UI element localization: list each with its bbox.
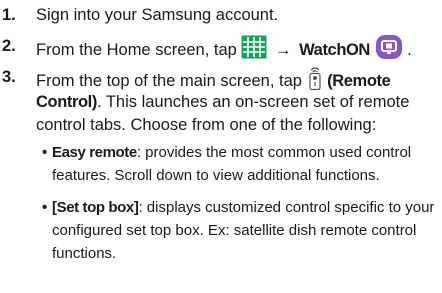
step-text-before: From the Home screen, tap [36, 40, 237, 59]
step-number: 1. [2, 6, 16, 24]
bullet-text: features. Scroll down to view additional… [52, 167, 380, 184]
remote-control-label-cont: Control) [36, 93, 97, 111]
bullet-text: : provides the most common used control [136, 144, 412, 161]
apps-grid-icon [241, 35, 267, 66]
bullet-text: : displays customized control specific t… [138, 199, 435, 216]
step-text: From the Home screen, tap → WatchON . [36, 34, 440, 67]
step-text-after: . [407, 40, 412, 59]
bullet-text: configured set top box. Ex: satellite di… [52, 222, 417, 239]
arrow-icon: → [275, 40, 292, 59]
bullet-icon: • [42, 144, 48, 161]
bullet-text: functions. [52, 245, 117, 262]
step-number: 2. [2, 37, 16, 55]
remote-control-label: (Remote [327, 71, 391, 90]
app-name: WatchON [299, 40, 370, 59]
watchon-app-icon [375, 34, 403, 67]
instruction-document: 1. Sign into your Samsung account. 2. Fr… [0, 0, 442, 293]
step-text: . This launches an on-screen set of remo… [96, 93, 410, 111]
step-number: 3. [2, 68, 16, 86]
bullet-label: Easy remote [52, 144, 137, 161]
bullet-icon: • [42, 199, 48, 216]
step-text: control tabs. Choose from one of the fol… [36, 116, 377, 134]
bullet-label: [Set top box] [52, 199, 139, 216]
step-text: Sign into your Samsung account. [36, 6, 279, 24]
